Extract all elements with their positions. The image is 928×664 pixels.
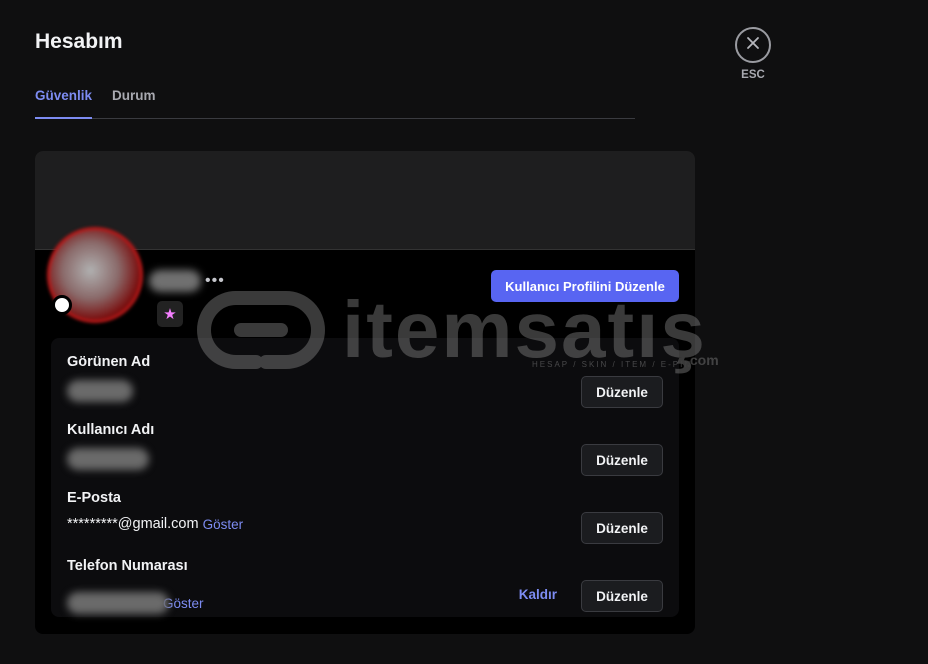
nitro-star-icon[interactable]: ★ <box>157 301 183 327</box>
field-label: Telefon Numarası <box>67 558 188 574</box>
close-icon <box>746 36 760 55</box>
close-button[interactable] <box>735 27 771 63</box>
field-label: E-Posta <box>67 490 121 506</box>
field-label: Kullanıcı Adı <box>67 422 155 438</box>
close-label: ESC <box>741 69 765 81</box>
reveal-phone-link[interactable]: Göster <box>163 596 204 611</box>
field-row-phone: Telefon Numarası Göster Kaldır Düzenle <box>67 558 663 614</box>
redacted-value <box>67 448 149 470</box>
field-value: Göster <box>67 592 204 614</box>
display-username <box>149 270 201 292</box>
field-row-display-name: Görünen Ad Düzenle <box>67 354 663 408</box>
field-value <box>67 380 133 402</box>
field-value <box>67 448 149 470</box>
field-row-email: E-Posta *********@gmail.com Göster Düzen… <box>67 490 663 544</box>
remove-phone-link[interactable]: Kaldır <box>519 587 557 602</box>
field-row-username: Kullanıcı Adı Düzenle <box>67 422 663 476</box>
edit-display-name-button[interactable]: Düzenle <box>581 376 663 408</box>
field-value: *********@gmail.com Göster <box>67 516 243 532</box>
tab-bar: Güvenlik Durum <box>35 88 635 119</box>
edit-username-button[interactable]: Düzenle <box>581 444 663 476</box>
account-info-panel: Görünen Ad Düzenle Kullanıcı Adı Düzenle… <box>51 338 679 617</box>
edit-profile-button[interactable]: Kullanıcı Profilini Düzenle <box>491 270 679 302</box>
account-card: ••• ★ Kullanıcı Profilini Düzenle Görüne… <box>35 151 695 634</box>
close-control: ESC <box>735 27 771 81</box>
edit-phone-button[interactable]: Düzenle <box>581 580 663 612</box>
more-icon[interactable]: ••• <box>205 272 225 290</box>
redacted-value <box>67 592 169 614</box>
tab-security[interactable]: Güvenlik <box>35 88 93 119</box>
reveal-email-link[interactable]: Göster <box>203 517 244 532</box>
tab-status[interactable]: Durum <box>112 88 156 103</box>
field-label: Görünen Ad <box>67 354 151 370</box>
status-indicator <box>52 295 72 315</box>
email-value: *********@gmail.com <box>67 516 199 532</box>
redacted-value <box>67 380 133 402</box>
avatar[interactable] <box>47 227 143 323</box>
page-title: Hesabım <box>35 30 123 53</box>
edit-email-button[interactable]: Düzenle <box>581 512 663 544</box>
